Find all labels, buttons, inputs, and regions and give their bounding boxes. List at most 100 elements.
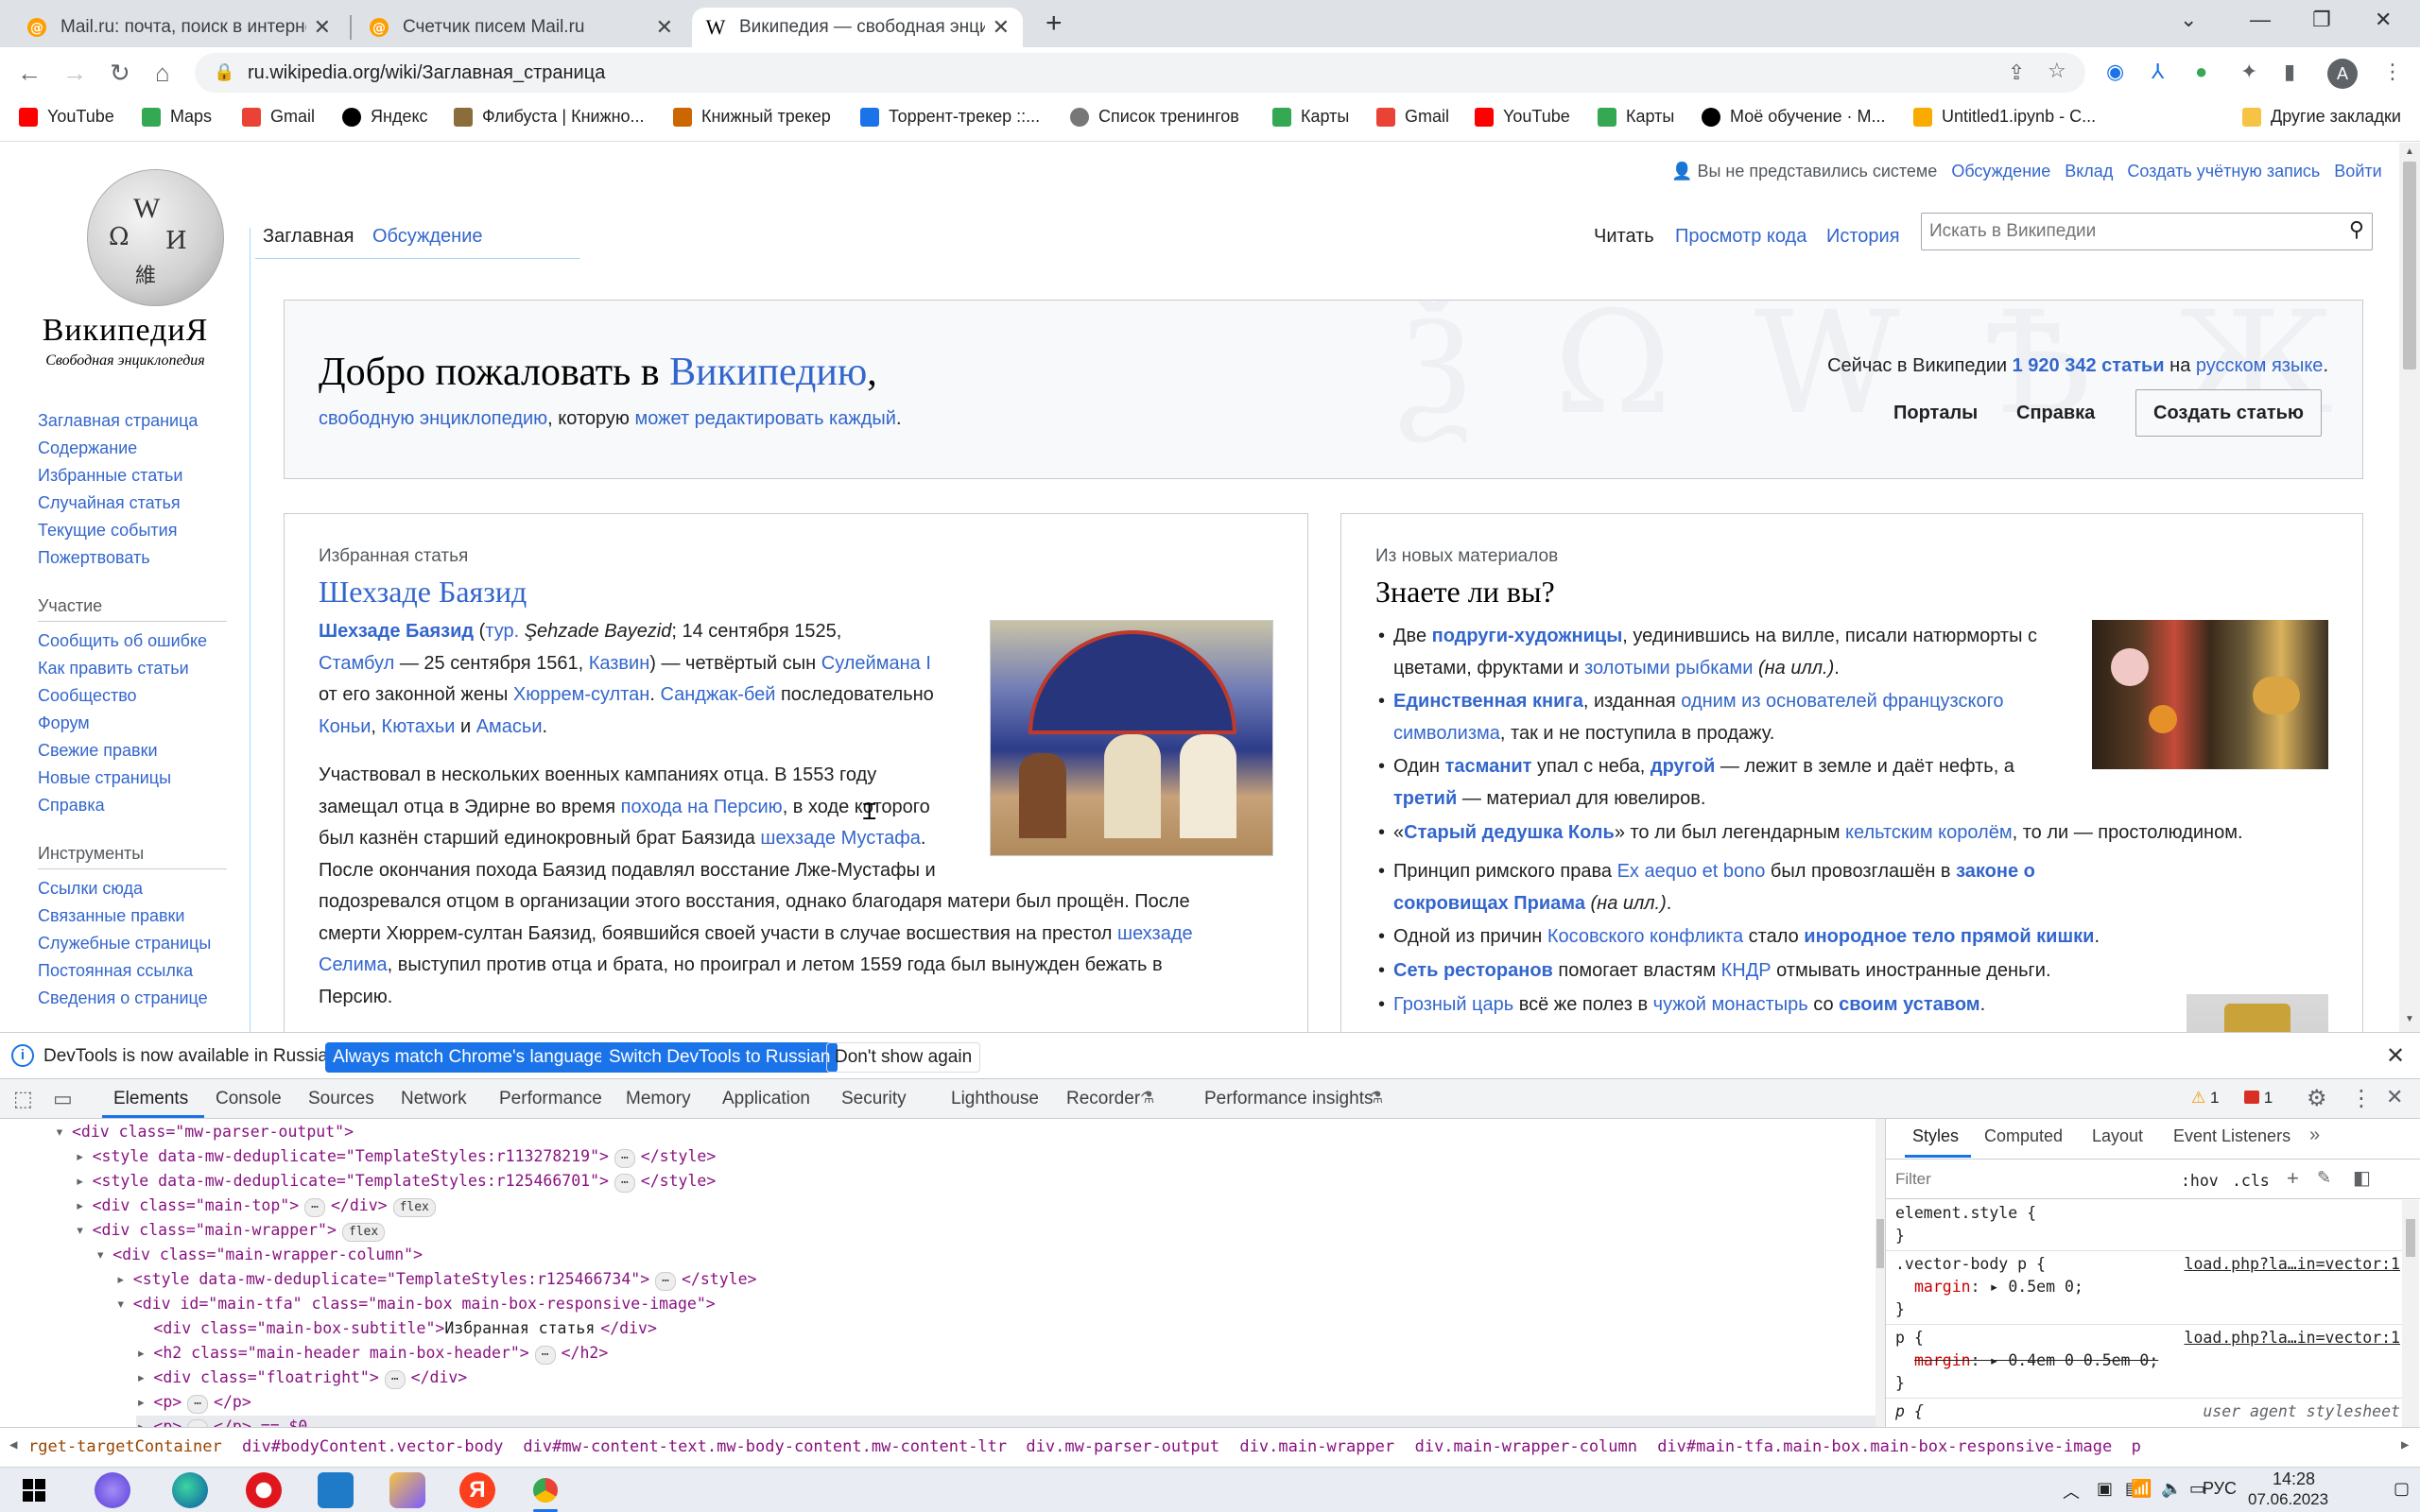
turkish-link[interactable]: тур.	[485, 621, 519, 642]
bookmark-star-icon[interactable]: ☆	[2048, 59, 2066, 83]
terrible-tsar-link[interactable]: Грозный царь	[1393, 994, 1513, 1015]
dom-node-line[interactable]: ▸ <h2 class="main-header main-box-header"…	[136, 1342, 608, 1365]
tab-view-source[interactable]: Просмотр кода	[1675, 226, 1806, 248]
app-alice-icon[interactable]	[95, 1472, 130, 1508]
sidebar-item-new-pages[interactable]: Новые страницы	[38, 768, 171, 788]
qazvin-link[interactable]: Казвин	[589, 653, 650, 674]
ellipsis-icon[interactable]: ⋯	[304, 1198, 325, 1217]
ellipsis-icon[interactable]: ⋯	[655, 1272, 676, 1291]
kosovo-link[interactable]: Косовского конфликта	[1547, 926, 1743, 947]
dom-node-line[interactable]: ▸<p> ⋯ </p> == $0	[136, 1416, 1876, 1427]
bookmark-item[interactable]: YouTube	[19, 107, 114, 127]
browser-tab-active[interactable]: W Википедия — свободная энциклопедия ✕	[692, 8, 1023, 47]
menu-kebab-icon[interactable]: ⋮	[2350, 1085, 2373, 1112]
goldfish-link[interactable]: золотыми рыбками	[1584, 658, 1753, 679]
new-rule-icon[interactable]: +	[2287, 1166, 2299, 1191]
windows-start-icon[interactable]	[23, 1479, 45, 1502]
switch-russian-button[interactable]: Switch DevTools to Russian	[601, 1042, 838, 1073]
free-encyclopedia-link[interactable]: свободную энциклопедию	[319, 408, 547, 429]
hurrem-link[interactable]: Хюррем-султан	[513, 684, 649, 705]
breadcrumb-item[interactable]: p	[2132, 1437, 2141, 1456]
dom-node-line[interactable]: ▸ <div class="floatright"> ⋯ </div>	[136, 1366, 467, 1389]
tab-security[interactable]: Security	[841, 1089, 907, 1109]
suleiman-link[interactable]: Сулеймана I	[821, 653, 931, 674]
sidebar-item-random[interactable]: Случайная статья	[38, 493, 181, 513]
dom-node-line[interactable]: ▸ <style data-mw-deduplicate="TemplateSty…	[76, 1145, 716, 1168]
bookmark-item[interactable]: Яндекс	[342, 107, 428, 127]
tasmanite-link[interactable]: тасманит	[1445, 756, 1532, 777]
scroll-up-icon[interactable]: ▲	[2405, 146, 2414, 157]
persia-campaign-link[interactable]: похода на Персию	[621, 797, 783, 817]
elements-scrollbar[interactable]	[1876, 1119, 1885, 1427]
css-selector[interactable]: p {	[1895, 1402, 1924, 1420]
back-icon[interactable]: ←	[17, 59, 42, 88]
bookmark-item[interactable]: Gmail	[1376, 107, 1449, 127]
tab-performance-insights[interactable]: Performance insights	[1204, 1089, 1373, 1109]
breadcrumb-item[interactable]: div.main-wrapper	[1239, 1437, 1394, 1456]
minimize-icon[interactable]: —	[2250, 8, 2271, 32]
breadcrumb-item[interactable]: div.main-wrapper-column	[1415, 1437, 1637, 1456]
cls-toggle[interactable]: .cls	[2232, 1172, 2270, 1190]
close-icon[interactable]: ✕	[314, 15, 331, 40]
bookmark-item[interactable]: Карты	[1598, 107, 1674, 127]
tray-app-icon[interactable]: ▣	[2097, 1479, 2113, 1499]
dom-node-line[interactable]: ▸ <style data-mw-deduplicate="TemplateSty…	[76, 1170, 716, 1193]
css-selector[interactable]: element.style {	[1895, 1204, 2036, 1222]
flex-badge[interactable]: flex	[341, 1223, 386, 1242]
sidebar-item-related-changes[interactable]: Связанные правки	[38, 906, 184, 926]
css-selector[interactable]: .vector-body p {	[1895, 1255, 2046, 1273]
collapse-arrow-icon[interactable]: ▸	[76, 1145, 93, 1168]
css-selector[interactable]: p {	[1895, 1329, 1924, 1347]
ellipsis-icon[interactable]: ⋯	[614, 1174, 635, 1193]
scroll-left-icon[interactable]: ◀	[9, 1437, 17, 1452]
konya-link[interactable]: Коньи	[319, 716, 371, 737]
bookmark-item[interactable]: Флибуста | Книжно...	[454, 107, 645, 127]
old-king-cole-link[interactable]: Старый дедушка Коль	[1404, 822, 1615, 843]
sidebar-item-donate[interactable]: Пожертвовать	[38, 548, 150, 568]
celtic-king-link[interactable]: кельтским королём	[1845, 822, 2013, 843]
css-property[interactable]: margin: ▸ 0.4em 0 0.5em 0;	[1914, 1351, 2158, 1369]
app-opera-icon[interactable]	[246, 1472, 282, 1508]
symbolism-link[interactable]: символизма	[1393, 723, 1500, 744]
collapse-arrow-icon[interactable]: ▸	[116, 1268, 133, 1291]
user-contributions-link[interactable]: Вклад	[2065, 162, 2113, 180]
app-game-icon[interactable]	[389, 1472, 425, 1508]
errors-badge[interactable]: 1	[2244, 1089, 2273, 1108]
tab-network[interactable]: Network	[401, 1089, 467, 1109]
dom-node-line[interactable]: ▾ <div id="main-tfa" class="main-box main…	[116, 1293, 716, 1315]
dom-node-line[interactable]: ▸ <style data-mw-deduplicate="TemplateSty…	[116, 1268, 756, 1291]
new-tab-icon[interactable]: +	[1046, 8, 1063, 40]
search-box[interactable]: ⚲	[1921, 213, 2373, 250]
sidebar-item-community[interactable]: Сообщество	[38, 686, 137, 706]
forward-icon[interactable]: →	[62, 59, 87, 88]
istanbul-link[interactable]: Стамбул	[319, 653, 394, 674]
expand-arrow-icon[interactable]: ▾	[76, 1219, 93, 1242]
user-talk-link[interactable]: Обсуждение	[1951, 162, 2050, 180]
wifi-icon[interactable]: 📶	[2131, 1479, 2152, 1499]
tab-styles[interactable]: Styles	[1912, 1126, 1959, 1146]
tab-main-page[interactable]: Заглавная	[263, 226, 354, 248]
bookmark-item[interactable]: YouTube	[1475, 107, 1570, 127]
more-tabs-icon[interactable]: »	[2309, 1125, 2320, 1146]
create-account-link[interactable]: Создать учётную запись	[2127, 162, 2320, 180]
input-language[interactable]: РУС	[2203, 1479, 2237, 1499]
other-bookmarks[interactable]: Другие закладки	[2242, 107, 2401, 127]
app-yandex-browser-icon[interactable]: Я	[459, 1472, 495, 1508]
extension-icon[interactable]: ●	[2195, 60, 2207, 84]
window-close-icon[interactable]: ✕	[2375, 8, 2392, 32]
ellipsis-icon[interactable]: ⋯	[614, 1149, 635, 1168]
share-icon[interactable]: ⇪	[2008, 60, 2025, 85]
home-icon[interactable]: ⌂	[155, 59, 170, 88]
tab-recorder[interactable]: Recorder	[1066, 1089, 1140, 1109]
match-language-button[interactable]: Always match Chrome's language	[325, 1042, 612, 1073]
tab-layout[interactable]: Layout	[2092, 1126, 2143, 1146]
only-book-link[interactable]: Единственная книга	[1393, 691, 1583, 712]
priam-law-link[interactable]: законе о	[1956, 861, 2035, 882]
sidebar-item-contents[interactable]: Содержание	[38, 438, 137, 458]
inspect-element-icon[interactable]: ⬚	[13, 1087, 33, 1111]
russian-language-link[interactable]: русском языке	[2196, 355, 2324, 376]
notifications-icon[interactable]: ▢	[2394, 1479, 2410, 1499]
amasya-link[interactable]: Амасьи	[476, 716, 543, 737]
expand-arrow-icon[interactable]: ▾	[95, 1244, 112, 1266]
tab-read[interactable]: Читать	[1594, 226, 1654, 248]
